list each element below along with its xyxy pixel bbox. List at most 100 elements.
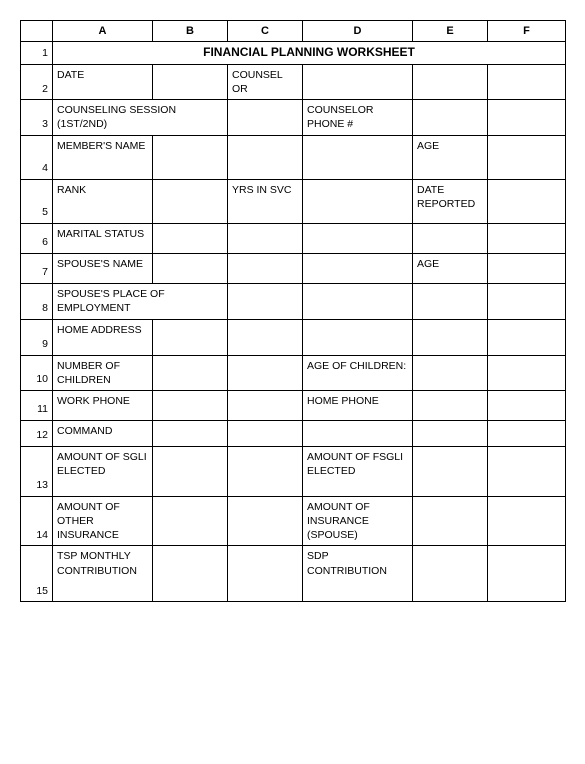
col-header-b: B bbox=[153, 21, 228, 42]
col-header-f: F bbox=[488, 21, 566, 42]
cell-7c bbox=[228, 253, 303, 283]
cell-12b bbox=[153, 420, 228, 446]
cell-11e bbox=[413, 390, 488, 420]
cell-9f bbox=[488, 319, 566, 355]
cell-8a: SPOUSE'S PLACE OF EMPLOYMENT bbox=[53, 283, 228, 319]
cell-4c bbox=[228, 135, 303, 179]
rownum-4: 4 bbox=[21, 135, 53, 179]
rownum-3: 3 bbox=[21, 100, 53, 135]
cell-5b bbox=[153, 179, 228, 223]
cell-9b bbox=[153, 319, 228, 355]
cell-9c bbox=[228, 319, 303, 355]
cell-15c bbox=[228, 546, 303, 602]
cell-13f bbox=[488, 446, 566, 496]
cell-6d bbox=[303, 223, 413, 253]
cell-5f bbox=[488, 179, 566, 223]
cell-6e bbox=[413, 223, 488, 253]
cell-11d: HOME PHONE bbox=[303, 390, 413, 420]
col-header-row: A B C D E F bbox=[21, 21, 566, 42]
cell-13a: AMOUNT OF SGLI ELECTED bbox=[53, 446, 153, 496]
cell-12f bbox=[488, 420, 566, 446]
cell-4d bbox=[303, 135, 413, 179]
cell-10c bbox=[228, 355, 303, 390]
cell-13d: AMOUNT OF FSGLI ELECTED bbox=[303, 446, 413, 496]
worksheet-container: A B C D E F 1 FINANCIAL PLANNING WORKSHE… bbox=[20, 20, 565, 602]
cell-3a: COUNSELING SESSION (1ST/2ND) bbox=[53, 100, 228, 135]
rownum-9: 9 bbox=[21, 319, 53, 355]
rownum-13: 13 bbox=[21, 446, 53, 496]
row-13: 13 AMOUNT OF SGLI ELECTED AMOUNT OF FSGL… bbox=[21, 446, 566, 496]
cell-2b bbox=[153, 64, 228, 99]
cell-3c bbox=[228, 100, 303, 135]
row-14: 14 AMOUNT OF OTHER INSURANCE AMOUNT OF I… bbox=[21, 496, 566, 546]
rownum-6: 6 bbox=[21, 223, 53, 253]
cell-5d bbox=[303, 179, 413, 223]
cell-14f bbox=[488, 496, 566, 546]
cell-6f bbox=[488, 223, 566, 253]
rownum-8: 8 bbox=[21, 283, 53, 319]
cell-13c bbox=[228, 446, 303, 496]
cell-2f bbox=[488, 64, 566, 99]
cell-10e bbox=[413, 355, 488, 390]
cell-4e: AGE bbox=[413, 135, 488, 179]
cell-8e bbox=[413, 283, 488, 319]
rownum-14: 14 bbox=[21, 496, 53, 546]
cell-7d bbox=[303, 253, 413, 283]
cell-9e bbox=[413, 319, 488, 355]
row-12: 12 COMMAND bbox=[21, 420, 566, 446]
cell-6b bbox=[153, 223, 228, 253]
row-7: 7 SPOUSE'S NAME AGE bbox=[21, 253, 566, 283]
cell-15b bbox=[153, 546, 228, 602]
cell-14a: AMOUNT OF OTHER INSURANCE bbox=[53, 496, 153, 546]
cell-6c bbox=[228, 223, 303, 253]
cell-4a: MEMBER'S NAME bbox=[53, 135, 153, 179]
cell-7a: SPOUSE'S NAME bbox=[53, 253, 153, 283]
cell-10f bbox=[488, 355, 566, 390]
col-header-a: A bbox=[53, 21, 153, 42]
cell-15d: SDP CONTRIBUTION bbox=[303, 546, 413, 602]
cell-12e bbox=[413, 420, 488, 446]
cell-11a: WORK PHONE bbox=[53, 390, 153, 420]
col-header-e: E bbox=[413, 21, 488, 42]
cell-14b bbox=[153, 496, 228, 546]
cell-11f bbox=[488, 390, 566, 420]
cell-15a: TSP MONTHLY CONTRIBUTION bbox=[53, 546, 153, 602]
row-4: 4 MEMBER'S NAME AGE bbox=[21, 135, 566, 179]
row-8: 8 SPOUSE'S PLACE OF EMPLOYMENT bbox=[21, 283, 566, 319]
row-3: 3 COUNSELING SESSION (1ST/2ND) COUNSELOR… bbox=[21, 100, 566, 135]
cell-12c bbox=[228, 420, 303, 446]
cell-3e bbox=[413, 100, 488, 135]
cell-3f bbox=[488, 100, 566, 135]
rownum-12: 12 bbox=[21, 420, 53, 446]
row-1: 1 FINANCIAL PLANNING WORKSHEET bbox=[21, 42, 566, 65]
cell-9a: HOME ADDRESS bbox=[53, 319, 153, 355]
cell-14e bbox=[413, 496, 488, 546]
row-10: 10 NUMBER OF CHILDREN AGE OF CHILDREN: bbox=[21, 355, 566, 390]
rownum-11: 11 bbox=[21, 390, 53, 420]
row-9: 9 HOME ADDRESS bbox=[21, 319, 566, 355]
col-header-empty bbox=[21, 21, 53, 42]
cell-10a: NUMBER OF CHILDREN bbox=[53, 355, 153, 390]
cell-12d bbox=[303, 420, 413, 446]
col-header-d: D bbox=[303, 21, 413, 42]
rownum-15: 15 bbox=[21, 546, 53, 602]
rownum-2: 2 bbox=[21, 64, 53, 99]
financial-planning-table: A B C D E F 1 FINANCIAL PLANNING WORKSHE… bbox=[20, 20, 566, 602]
cell-9d bbox=[303, 319, 413, 355]
cell-15e bbox=[413, 546, 488, 602]
cell-10d: AGE OF CHILDREN: bbox=[303, 355, 413, 390]
cell-8c bbox=[228, 283, 303, 319]
cell-11b bbox=[153, 390, 228, 420]
cell-11c bbox=[228, 390, 303, 420]
cell-4b bbox=[153, 135, 228, 179]
rownum-10: 10 bbox=[21, 355, 53, 390]
cell-2a: DATE bbox=[53, 64, 153, 99]
row-6: 6 MARITAL STATUS bbox=[21, 223, 566, 253]
row-11: 11 WORK PHONE HOME PHONE bbox=[21, 390, 566, 420]
cell-14d: AMOUNT OF INSURANCE (SPOUSE) bbox=[303, 496, 413, 546]
cell-3d: COUNSELOR PHONE # bbox=[303, 100, 413, 135]
cell-5e: DATE REPORTED bbox=[413, 179, 488, 223]
cell-13e bbox=[413, 446, 488, 496]
cell-7e: AGE bbox=[413, 253, 488, 283]
row-2: 2 DATE COUNSEL OR bbox=[21, 64, 566, 99]
